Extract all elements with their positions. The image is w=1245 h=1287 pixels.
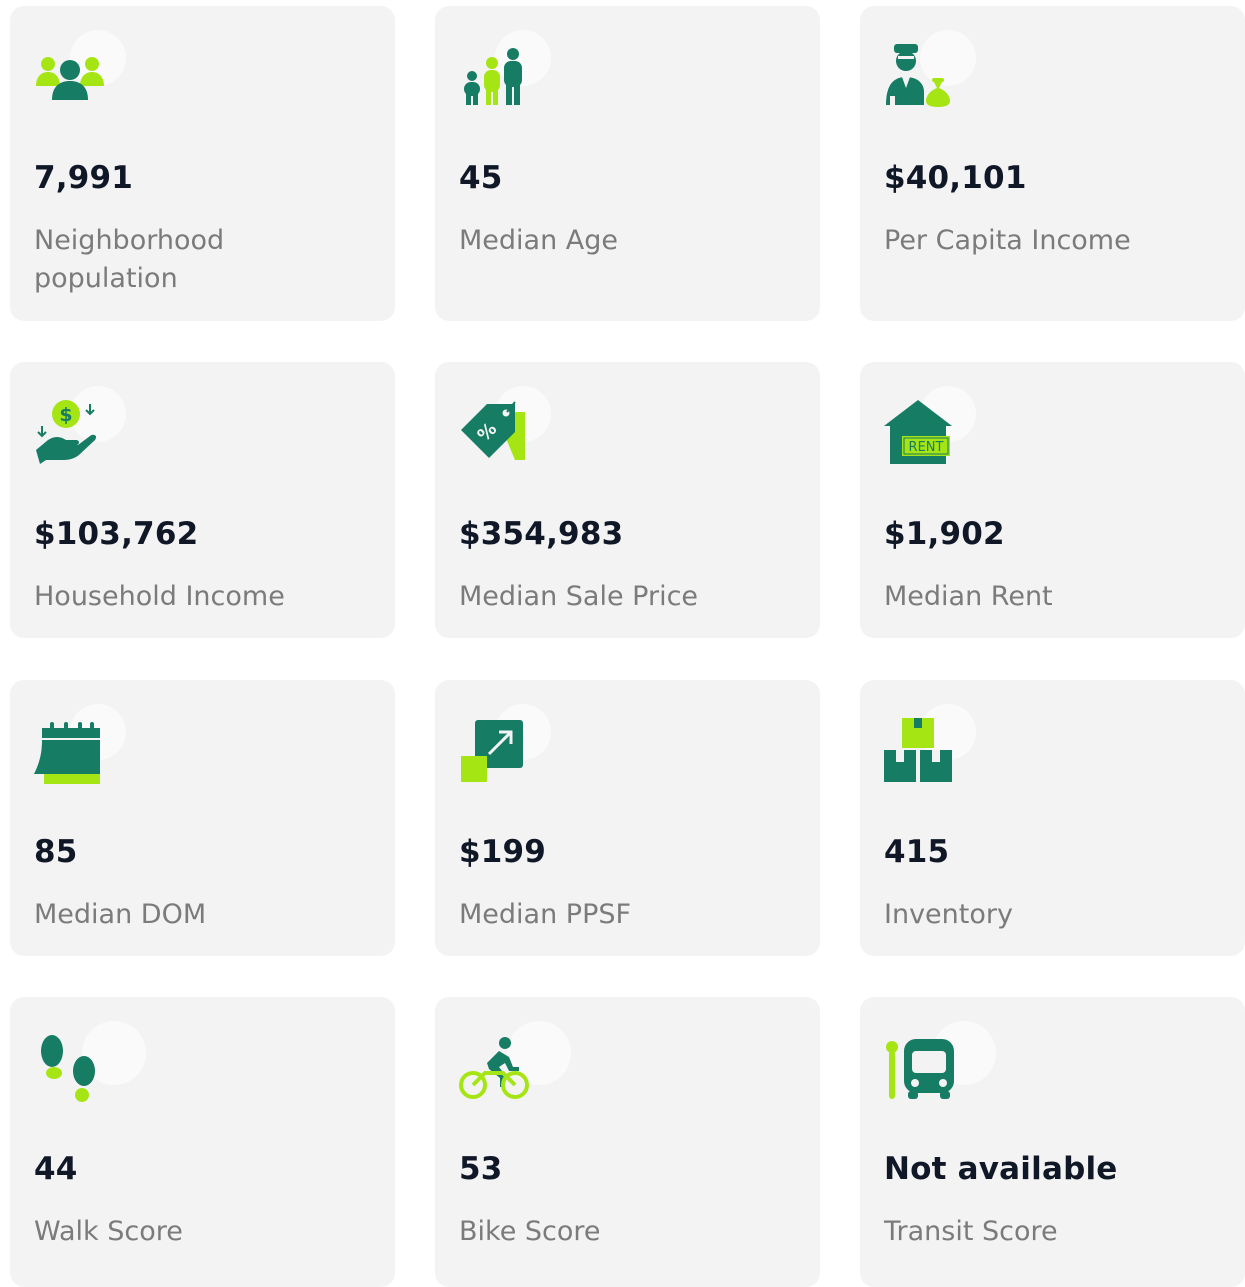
stat-value: 45 (459, 160, 503, 196)
stat-label: Household Income (34, 581, 285, 612)
stat-label: Inventory (884, 899, 1013, 930)
stat-label: Walk Score (34, 1216, 183, 1247)
family-age-icon (464, 48, 522, 105)
stat-label: Median Sale Price (459, 581, 699, 612)
businessman-money-bag-icon (886, 44, 950, 107)
stat-card-population: 7,991 Neighborhood population (10, 6, 395, 321)
stat-label: Neighborhood population (34, 225, 225, 294)
stat-label: Bike Score (459, 1216, 601, 1247)
stat-card-inventory: 415 Inventory (860, 680, 1245, 956)
stat-card-walk-score: 44 Walk Score (10, 997, 395, 1287)
stat-card-household-income: $ $103,762 Household Income (10, 362, 395, 638)
expand-square-icon (461, 720, 523, 782)
stat-label: Median Rent (884, 581, 1053, 612)
stat-value: 415 (884, 834, 950, 870)
hand-dollar-coin-icon: $ (36, 400, 97, 464)
stat-value: $40,101 (884, 160, 1027, 196)
bus-stop-icon (886, 1039, 954, 1099)
stat-value: 44 (34, 1151, 78, 1187)
dollar-sign-text: $ (59, 404, 72, 426)
stat-value: $199 (459, 834, 547, 870)
stat-card-median-ppsf: $199 Median PPSF (435, 680, 820, 956)
stat-card-bike-score: 53 Bike Score (435, 997, 820, 1287)
stat-value: $354,983 (459, 516, 624, 552)
calendar-icon (34, 722, 100, 784)
stat-value: 85 (34, 834, 78, 870)
stat-value: 53 (459, 1151, 503, 1187)
rent-sign-text: RENT (909, 440, 944, 455)
stat-value: $1,902 (884, 516, 1005, 552)
people-icon (36, 57, 104, 100)
stat-label: Median PPSF (459, 899, 632, 930)
stat-card-median-rent: RENT $1,902 Median Rent (860, 362, 1245, 638)
cyclist-icon (459, 1037, 529, 1099)
stat-card-per-capita-income: $40,101 Per Capita Income (860, 6, 1245, 321)
stat-value: Not available (884, 1151, 1118, 1187)
footprints-icon (41, 1035, 95, 1102)
stat-label: Median Age (459, 225, 619, 256)
stat-card-median-dom: 85 Median DOM (10, 680, 395, 956)
stat-label: Median DOM (34, 899, 207, 930)
boxes-icon (884, 718, 952, 782)
stat-card-median-age: 45 Median Age (435, 6, 820, 321)
stat-label: Transit Score (884, 1216, 1058, 1247)
stat-card-transit-score: Not available Transit Score (860, 997, 1245, 1287)
percent-price-tag-icon: % (461, 401, 525, 460)
stat-card-median-sale-price: % $354,983 Median Sale Price (435, 362, 820, 638)
stat-value: 7,991 (34, 160, 134, 196)
rent-house-icon: RENT (884, 400, 952, 464)
stat-label: Per Capita Income (884, 225, 1131, 256)
stat-value: $103,762 (34, 516, 199, 552)
